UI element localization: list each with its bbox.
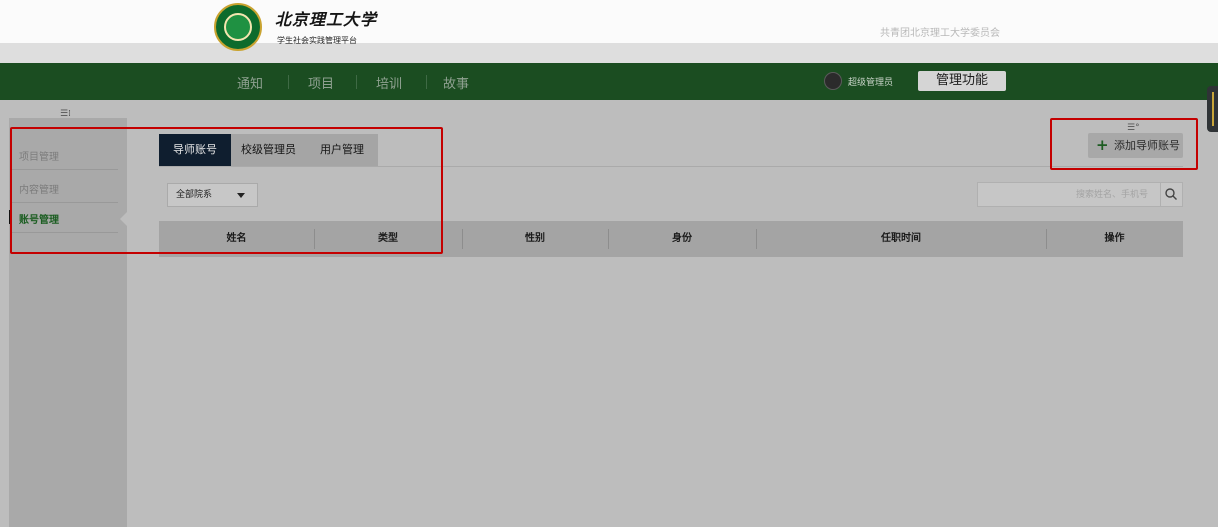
- user-avatar[interactable]: [824, 72, 842, 90]
- nav-separator: [288, 75, 289, 89]
- header-divider: [0, 43, 1218, 63]
- nav-separator: [356, 75, 357, 89]
- platform-name: 学生社会实践管理平台: [277, 36, 357, 45]
- scroll-handle-stripe: [1212, 92, 1214, 126]
- league-name: 共青团北京理工大学委员会: [880, 28, 1000, 39]
- university-logo[interactable]: [214, 3, 262, 51]
- search-divider: [1160, 183, 1161, 206]
- manage-functions-button[interactable]: 管理功能: [918, 71, 1006, 91]
- nav-item-training[interactable]: 培训: [376, 73, 402, 92]
- column-header-actions[interactable]: 操作: [1046, 221, 1183, 257]
- side-scroll-handle[interactable]: [1207, 86, 1218, 132]
- user-role[interactable]: 超级管理员: [848, 75, 893, 88]
- top-header: 北京理工大学 学生社会实践管理平台 共青团北京理工大学委员会: [0, 0, 1218, 63]
- column-header-tenure[interactable]: 任职时间: [756, 221, 1046, 257]
- nav-separator: [426, 75, 427, 89]
- annotation-box-left: [10, 127, 443, 254]
- nav-item-notice[interactable]: 通知: [237, 73, 263, 92]
- nav-item-project[interactable]: 项目: [308, 73, 334, 92]
- search-input[interactable]: [978, 183, 1158, 206]
- search-icon[interactable]: [1164, 187, 1178, 201]
- annotation-box-right: [1050, 118, 1198, 170]
- nav-item-story[interactable]: 故事: [443, 73, 469, 92]
- main-navbar: 通知 项目 培训 故事 超级管理员 管理功能: [0, 63, 1218, 100]
- search-box: [977, 182, 1183, 207]
- logo-emblem: [224, 13, 252, 41]
- column-header-identity[interactable]: 身份: [608, 221, 756, 257]
- university-name: 北京理工大学: [275, 10, 378, 29]
- column-header-gender[interactable]: 性别: [462, 221, 608, 257]
